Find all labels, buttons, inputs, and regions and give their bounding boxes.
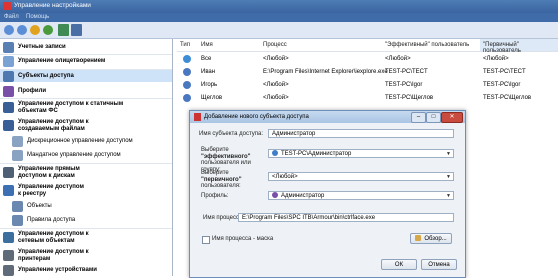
process-input[interactable]: E:\Program Files\SPC ITB\Armour\bin\ctrl… — [238, 213, 454, 222]
app-icon — [3, 2, 11, 10]
sidebar-item-static-fs[interactable]: Управление доступом к статичным объектам… — [0, 99, 172, 116]
dialog-titlebar: Добавление нового субъекта доступа – □ ✕ — [190, 111, 465, 123]
user-icon — [272, 150, 278, 157]
back-icon[interactable] — [4, 25, 14, 35]
profile-label: Профиль: — [201, 193, 229, 199]
sidebar-item-rules[interactable]: Правила доступа — [0, 214, 172, 227]
users-icon — [3, 41, 14, 53]
col-process[interactable]: Процесс — [263, 42, 287, 48]
col-effective[interactable]: "Эффективный" пользователь — [385, 42, 469, 48]
primary-user-select[interactable]: <Любой> — [268, 172, 454, 182]
col-name[interactable]: Имя — [201, 42, 213, 48]
network-icon — [3, 232, 14, 243]
discretionary-icon — [12, 136, 23, 147]
forward-icon[interactable] — [17, 25, 27, 35]
profile-select[interactable]: Администратор — [268, 191, 454, 201]
table-row[interactable]: Иван E:\Program Files\Internet Explorer\… — [177, 66, 558, 78]
objects-icon — [12, 201, 23, 212]
cancel-button[interactable]: Отмена — [421, 259, 457, 270]
table-row[interactable]: Игорь <Любой> TEST-PC\Igor TEST-PC\Igor — [177, 79, 558, 91]
add-subject-dialog: Добавление нового субъекта доступа – □ ✕… — [189, 110, 466, 278]
sidebar-item-created-files[interactable]: Управление доступом к создаваемым файлам — [0, 117, 172, 134]
device-icon — [3, 264, 14, 276]
sidebar-item-impersonation[interactable]: Управление олицетворением — [0, 54, 172, 68]
effective-user-select[interactable]: TEST-PC\Администратор — [268, 149, 454, 159]
toolbar — [0, 22, 558, 39]
folder-lock-icon — [3, 102, 14, 113]
file-lock-icon — [3, 120, 14, 131]
sidebar-item-discretionary[interactable]: Дискреционное управление доступом — [0, 135, 172, 148]
menu-bar: Файл Помощь — [0, 13, 558, 22]
close-button[interactable]: ✕ — [441, 112, 463, 123]
disk-icon — [3, 167, 14, 178]
menu-file[interactable]: Файл — [4, 14, 19, 20]
sidebar-item-network[interactable]: Управление доступом к сетевым объектам — [0, 229, 172, 246]
browse-button[interactable]: Обзор... — [410, 233, 452, 244]
help-icon[interactable] — [30, 25, 40, 35]
registry-icon — [3, 185, 14, 196]
user-icon — [183, 68, 191, 76]
menu-help[interactable]: Помощь — [26, 14, 49, 20]
sidebar-item-profiles[interactable]: Профили — [0, 85, 172, 97]
sidebar-item-accounts[interactable]: Учетные записи — [0, 41, 172, 53]
mandatory-icon — [12, 150, 23, 161]
printer-icon — [3, 250, 14, 261]
sidebar-item-subjects[interactable]: Субъекты доступа — [0, 70, 172, 82]
mask-checkbox[interactable] — [202, 236, 210, 244]
folder-icon — [415, 235, 422, 242]
sidebar-item-mandatory[interactable]: Мандатное управление доступом — [0, 149, 172, 162]
maximize-button[interactable]: □ — [426, 112, 441, 123]
everyone-icon — [183, 55, 191, 63]
profile-icon — [272, 192, 278, 199]
sidebar-item-disk-access[interactable]: Управление прямым доступом к дискам — [0, 164, 172, 181]
sidebar-item-objects[interactable]: Объекты — [0, 200, 172, 213]
minimize-button[interactable]: – — [411, 112, 426, 123]
impersonation-icon — [3, 55, 14, 67]
primary-user-label: Выберите "первичного" пользователя: — [201, 170, 242, 189]
dialog-title: Добавление нового субъекта доступа — [204, 114, 309, 120]
ok-button[interactable]: ОК — [381, 259, 417, 270]
table-header: Тип Имя Процесс "Эффективный" пользовате… — [177, 39, 558, 54]
subject-name-input[interactable]: Администратор — [268, 129, 454, 138]
sidebar-item-devices[interactable]: Управление устройствами — [0, 264, 172, 276]
subject-name-label: Имя субъекта доступа: — [199, 131, 264, 137]
table-row[interactable]: Щеглов <Любой> TEST-PC\Щеглов TEST-PC\Ще… — [177, 92, 558, 104]
window-title: Управление настройками — [14, 2, 91, 9]
window-titlebar: Управление настройками — [0, 0, 558, 13]
subjects-icon — [3, 70, 14, 82]
mask-label: Имя процесса - маска — [212, 236, 274, 242]
sidebar: Учетные записи Управление олицетворением… — [0, 39, 173, 276]
save-icon[interactable] — [71, 24, 82, 36]
sidebar-item-registry[interactable]: Управление доступом к реестру — [0, 182, 172, 199]
sidebar-item-printers[interactable]: Управление доступом к принтерам — [0, 247, 172, 264]
rules-icon — [12, 215, 23, 226]
profiles-icon — [3, 85, 14, 97]
add-icon[interactable] — [58, 24, 69, 36]
user-icon — [183, 81, 191, 89]
refresh-icon[interactable] — [43, 25, 53, 35]
table-row[interactable]: Все <Любой> <Любой> <Любой> — [177, 53, 558, 65]
col-type[interactable]: Тип — [180, 42, 190, 48]
app-icon — [194, 113, 201, 121]
user-icon — [183, 94, 191, 102]
